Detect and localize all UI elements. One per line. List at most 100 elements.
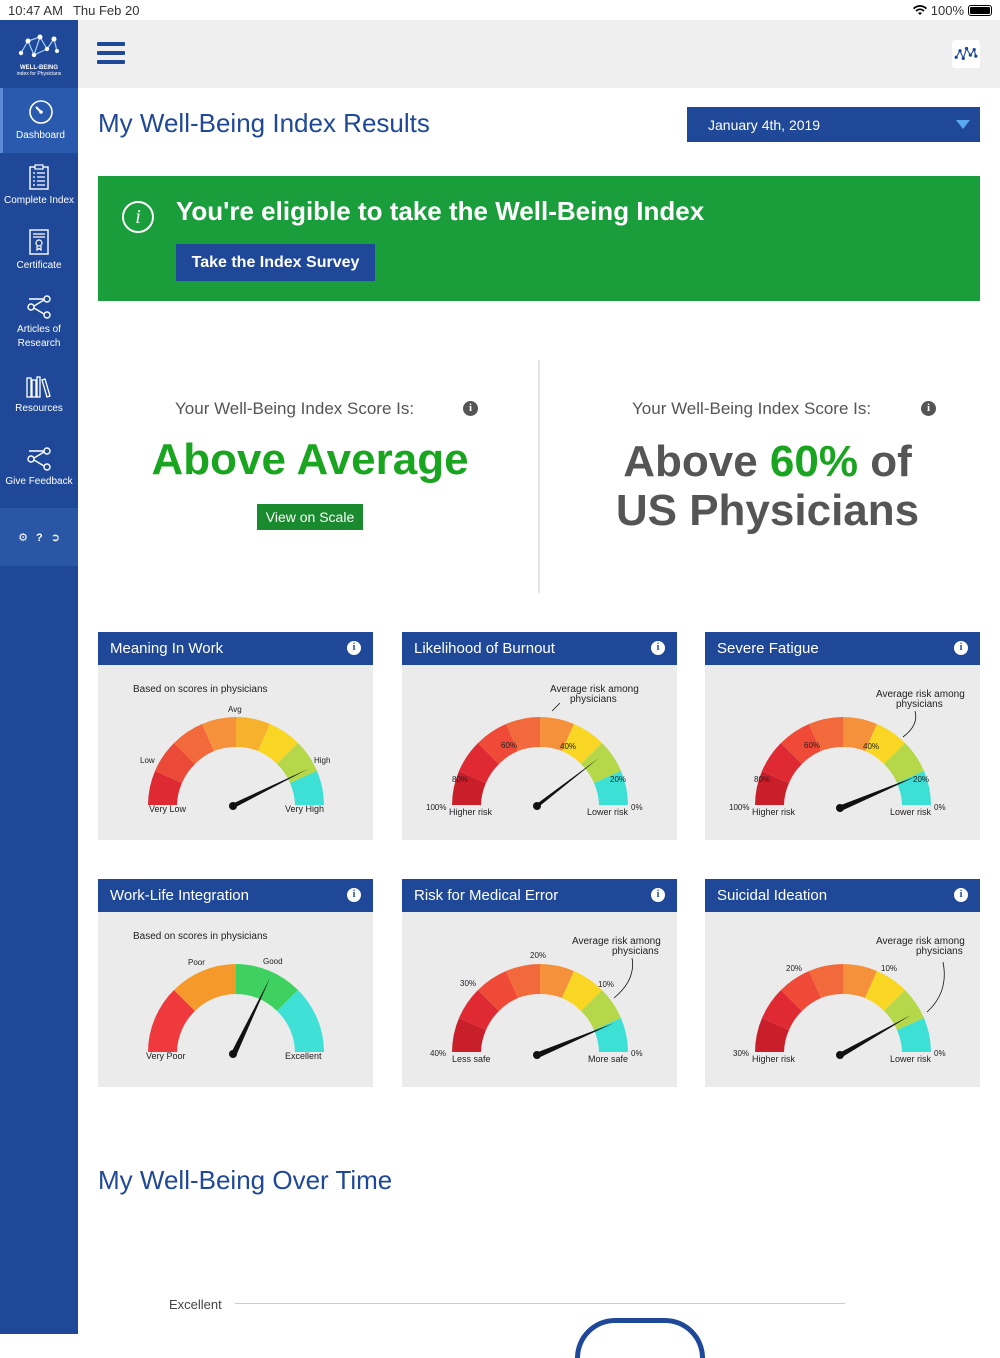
help-icon[interactable]: ? (36, 532, 43, 544)
card-likelihood-of-burnout[interactable]: Likelihood of Burnout i Average risk amon… (402, 632, 677, 840)
gauge-severe-fatigue: Average risk among physicians 80% 60% 40%… (729, 689, 965, 817)
gauge-label: 20% (913, 775, 929, 784)
gauge-label: 80% (452, 775, 468, 784)
over-time-gridline (235, 1303, 845, 1304)
info-icon[interactable]: i (347, 888, 361, 902)
gauge-note: Average risk among physicians (550, 684, 639, 705)
gauge-note: Average risk among physicians (876, 689, 965, 710)
gauge-burnout: Average risk among physicians 80% 60% 40%… (426, 684, 643, 817)
gauge-label: Avg (228, 705, 242, 714)
status-right: 100% (912, 2, 992, 18)
score-result-mid: of (858, 437, 912, 486)
card-risk-medical-error[interactable]: Risk for Medical Error i Average risk amo… (402, 879, 677, 1087)
logout-icon[interactable]: ➲ (51, 531, 60, 544)
gauge-label: Low (140, 756, 155, 765)
card-work-life-integration[interactable]: Work-Life Integration i Based on scores i… (98, 879, 373, 1087)
gauge-note: Based on scores in physicians (133, 931, 268, 942)
date-select[interactable]: January 4th, 2019 (687, 107, 980, 142)
card-title: Suicidal Ideation (717, 887, 828, 904)
over-time-axis-label: Excellent (169, 1297, 222, 1312)
card-title: Work-Life Integration (110, 887, 249, 904)
logo-subtext: index for Physicians (16, 71, 62, 77)
gauge-label: 0% (934, 803, 946, 812)
sidebar-item-label: Resources (15, 402, 63, 414)
gauge-label: 20% (610, 775, 626, 784)
gauge-label: Very Low (149, 804, 187, 814)
info-icon[interactable]: i (954, 641, 968, 655)
gauge-label: 100% (426, 803, 446, 812)
card-suicidal-ideation[interactable]: Suicidal Ideation i Average risk among phy… (705, 879, 980, 1087)
page-title: My Well-Being Index Results (98, 108, 430, 138)
card-title: Severe Fatigue (717, 640, 819, 657)
gauge-label: High (314, 756, 330, 765)
gauge-label: Good (263, 957, 283, 966)
books-icon (26, 375, 51, 398)
sidebar-tools: ⚙ ? ➲ (0, 508, 78, 566)
checklist-icon (29, 163, 49, 190)
sidebar-item-complete-index[interactable]: Complete Index (0, 153, 78, 218)
score-divider (538, 360, 540, 593)
info-icon[interactable]: i (651, 888, 665, 902)
sidebar-item-feedback[interactable]: Give Feedback (0, 428, 78, 508)
sidebar-item-label: Give Feedback (5, 476, 73, 487)
card-severe-fatigue[interactable]: Severe Fatigue i Average risk among physic… (705, 632, 980, 840)
status-bar: 10:47 AM Thu Feb 20 100% (0, 0, 1000, 20)
dashboard-gauge-icon (28, 99, 53, 124)
sidebar-item-resources[interactable]: Resources (0, 363, 78, 428)
score-label-right: Your Well-Being Index Score Is: (632, 399, 872, 418)
share-nodes-icon (27, 447, 51, 471)
wifi-icon (912, 4, 927, 15)
score-result-pre: Above (623, 437, 770, 486)
gauge-note: Average risk among physicians (876, 936, 965, 957)
gauge-label: 80% (754, 775, 770, 784)
battery-percent: 100% (930, 2, 964, 18)
view-on-scale-button[interactable]: View on Scale (257, 504, 363, 530)
info-icon[interactable]: i (921, 401, 936, 416)
sidebar-item-dashboard[interactable]: Dashboard (0, 88, 78, 153)
gauge-label: 0% (631, 803, 643, 812)
take-survey-button[interactable]: Take the Index Survey (176, 244, 375, 281)
gauge-label: 30% (460, 979, 476, 988)
info-icon[interactable]: i (347, 641, 361, 655)
gauge-label: Less safe (452, 1054, 491, 1064)
gauge-note-line: physicians (916, 946, 963, 957)
mini-logo-icon[interactable] (952, 40, 980, 68)
gauge-label: 100% (729, 803, 749, 812)
score-result-post: US Physicians (615, 486, 920, 535)
chevron-down-icon (956, 120, 970, 129)
gauge-label: 0% (631, 1049, 643, 1058)
info-icon: i (122, 201, 154, 233)
sidebar-item-label: Dashboard (16, 129, 65, 141)
gauge-label: 10% (598, 980, 614, 989)
gauge-label: 30% (733, 1049, 749, 1058)
gauge-label: 10% (881, 964, 897, 973)
info-icon[interactable]: i (463, 401, 478, 416)
gauge-note: Average risk among physicians (572, 936, 661, 957)
share-nodes-icon (27, 295, 51, 319)
gear-icon[interactable]: ⚙ (18, 531, 28, 544)
certificate-icon (29, 228, 49, 255)
menu-icon[interactable] (97, 42, 125, 66)
card-title: Meaning In Work (110, 640, 224, 657)
sidebar-item-certificate[interactable]: Certificate (0, 218, 78, 283)
score-label-left: Your Well-Being Index Score Is: (175, 399, 415, 418)
sidebar-item-label: Articles of Research (17, 324, 61, 349)
gauge-label: 40% (863, 742, 879, 751)
banner-message: You're eligible to take the Well-Being I… (176, 196, 705, 226)
card-meaning-in-work[interactable]: Meaning In Work i Based on scores in phys… (98, 632, 373, 840)
info-icon[interactable]: i (954, 888, 968, 902)
gauge-label: 20% (530, 951, 546, 960)
score-result-right: Above 60% of US Physicians (600, 437, 935, 535)
battery-icon (968, 4, 992, 16)
gauge-suicidal-ideation: Average risk among physicians 20% 10% 30%… (733, 936, 965, 1064)
gauge-label: Higher risk (752, 807, 796, 817)
eligibility-banner: i You're eligible to take the Well-Being… (98, 176, 980, 301)
gauge-label: Very Poor (146, 1051, 186, 1061)
gauge-label: Higher risk (449, 807, 493, 817)
app-logo[interactable]: WELL-BEING index for Physicians (0, 20, 78, 88)
info-icon[interactable]: i (651, 641, 665, 655)
gauge-label: 60% (501, 741, 517, 750)
gauge-label: Poor (188, 958, 205, 967)
gauge-medical-error: Average risk among physicians 30% 20% 10%… (430, 936, 661, 1064)
sidebar-item-articles[interactable]: Articles of Research (0, 283, 78, 363)
